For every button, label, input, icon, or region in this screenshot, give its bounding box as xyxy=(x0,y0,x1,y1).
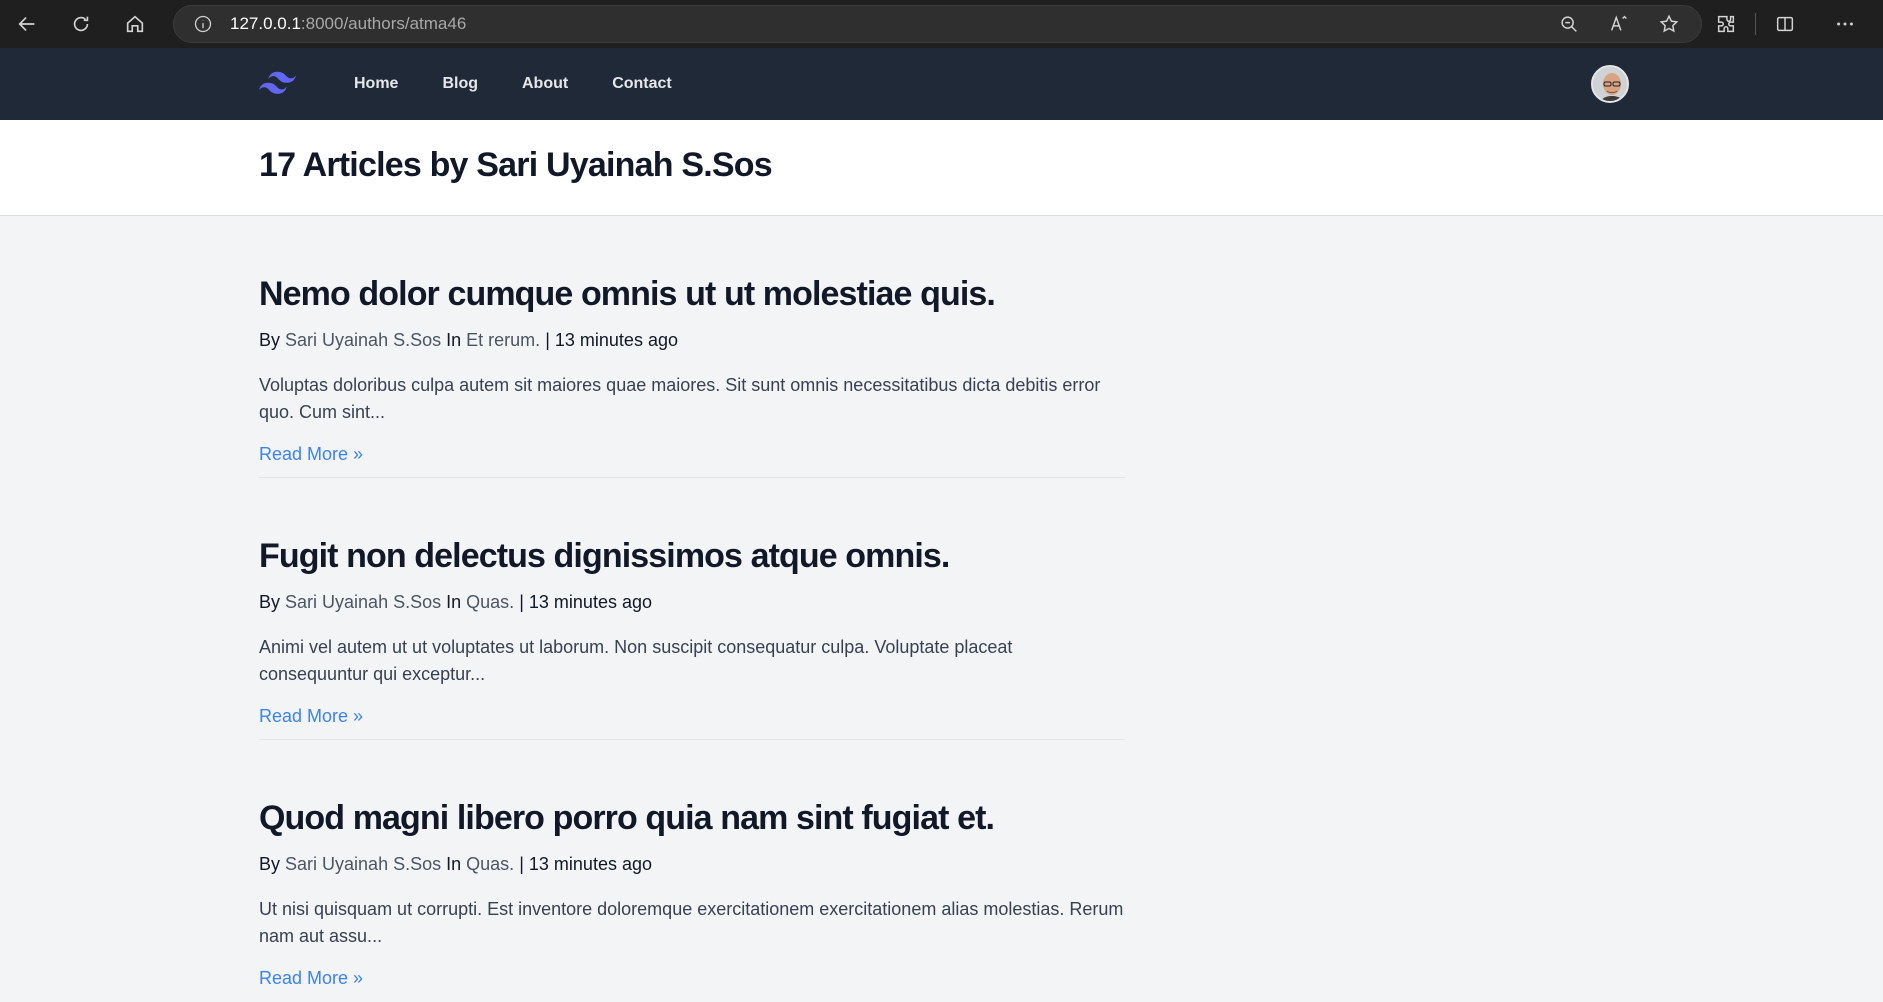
meta-by-label: By xyxy=(259,592,281,612)
article-item: Quod magni libero porro quia nam sint fu… xyxy=(259,740,1125,1002)
article-excerpt: Animi vel autem ut ut voluptates ut labo… xyxy=(259,637,1013,684)
nav-blog-link[interactable]: Blog xyxy=(442,75,478,93)
url-host: 127.0.0.1 xyxy=(230,14,301,33)
info-icon[interactable] xyxy=(192,13,214,35)
author-link[interactable]: Sari Uyainah S.Sos xyxy=(285,854,441,874)
user-avatar[interactable] xyxy=(1591,65,1629,103)
browser-toolbar: 127.0.0.1:8000/authors/atma46 xyxy=(0,0,1883,48)
browser-right-tools xyxy=(1695,0,1866,48)
read-more-link[interactable]: Read More » xyxy=(259,706,363,727)
author-link[interactable]: Sari Uyainah S.Sos xyxy=(285,330,441,350)
browser-nav-buttons xyxy=(6,6,156,42)
article-time: 13 minutes ago xyxy=(528,854,652,874)
main-nav: Home Blog About Contact xyxy=(354,48,716,120)
article-excerpt: Voluptas doloribus culpa autem sit maior… xyxy=(259,375,1101,422)
read-more-link[interactable]: Read More » xyxy=(259,444,363,465)
refresh-icon[interactable] xyxy=(60,6,102,42)
home-icon[interactable] xyxy=(114,6,156,42)
nav-about-link[interactable]: About xyxy=(522,75,568,93)
article-list: Nemo dolor cumque omnis ut ut molestiae … xyxy=(259,216,1125,1002)
meta-in-label: In xyxy=(446,592,462,612)
favorite-star-icon[interactable] xyxy=(1649,6,1689,42)
category-link[interactable]: Et rerum. xyxy=(466,330,540,350)
meta-separator: | xyxy=(519,854,524,874)
url-path: :8000/authors/atma46 xyxy=(300,14,467,33)
article-time: 13 minutes ago xyxy=(554,330,678,350)
meta-separator: | xyxy=(545,330,550,350)
author-link[interactable]: Sari Uyainah S.Sos xyxy=(285,592,441,612)
article-title-link[interactable]: Quod magni libero porro quia nam sint fu… xyxy=(259,798,1125,838)
article-meta: By Sari Uyainah S.Sos In Et rerum. | 13 … xyxy=(259,328,1125,352)
address-actions xyxy=(1549,6,1689,42)
split-screen-icon[interactable] xyxy=(1764,6,1806,42)
page-header: 17 Articles by Sari Uyainah S.Sos xyxy=(0,120,1883,216)
read-aloud-icon[interactable] xyxy=(1599,6,1639,42)
url-text[interactable]: 127.0.0.1:8000/authors/atma46 xyxy=(230,14,466,34)
nav-contact-link[interactable]: Contact xyxy=(612,75,672,93)
category-link[interactable]: Quas. xyxy=(466,592,514,612)
article-title-link[interactable]: Nemo dolor cumque omnis ut ut molestiae … xyxy=(259,274,1125,314)
category-link[interactable]: Quas. xyxy=(466,854,514,874)
article-title-link[interactable]: Fugit non delectus dignissimos atque omn… xyxy=(259,536,1125,576)
site-navbar: Home Blog About Contact xyxy=(0,48,1883,120)
nav-home-link[interactable]: Home xyxy=(354,75,398,93)
read-more-link[interactable]: Read More » xyxy=(259,968,363,989)
article-excerpt: Ut nisi quisquam ut corrupti. Est invent… xyxy=(259,899,1124,946)
tailwind-logo-icon[interactable] xyxy=(259,69,296,97)
article-time: 13 minutes ago xyxy=(528,592,652,612)
article-item: Nemo dolor cumque omnis ut ut molestiae … xyxy=(259,216,1125,478)
meta-by-label: By xyxy=(259,330,281,350)
article-meta: By Sari Uyainah S.Sos In Quas. | 13 minu… xyxy=(259,590,1125,614)
zoom-out-icon[interactable] xyxy=(1549,6,1589,42)
article-meta: By Sari Uyainah S.Sos In Quas. | 13 minu… xyxy=(259,852,1125,876)
meta-by-label: By xyxy=(259,854,281,874)
back-icon[interactable] xyxy=(6,6,48,42)
toolbar-divider xyxy=(1755,13,1756,35)
article-item: Fugit non delectus dignissimos atque omn… xyxy=(259,478,1125,740)
meta-separator: | xyxy=(519,592,524,612)
extensions-icon[interactable] xyxy=(1705,6,1747,42)
meta-in-label: In xyxy=(446,854,462,874)
page-title: 17 Articles by Sari Uyainah S.Sos xyxy=(259,146,773,184)
more-options-icon[interactable] xyxy=(1824,6,1866,42)
meta-in-label: In xyxy=(446,330,462,350)
address-bar[interactable]: 127.0.0.1:8000/authors/atma46 xyxy=(173,5,1702,43)
